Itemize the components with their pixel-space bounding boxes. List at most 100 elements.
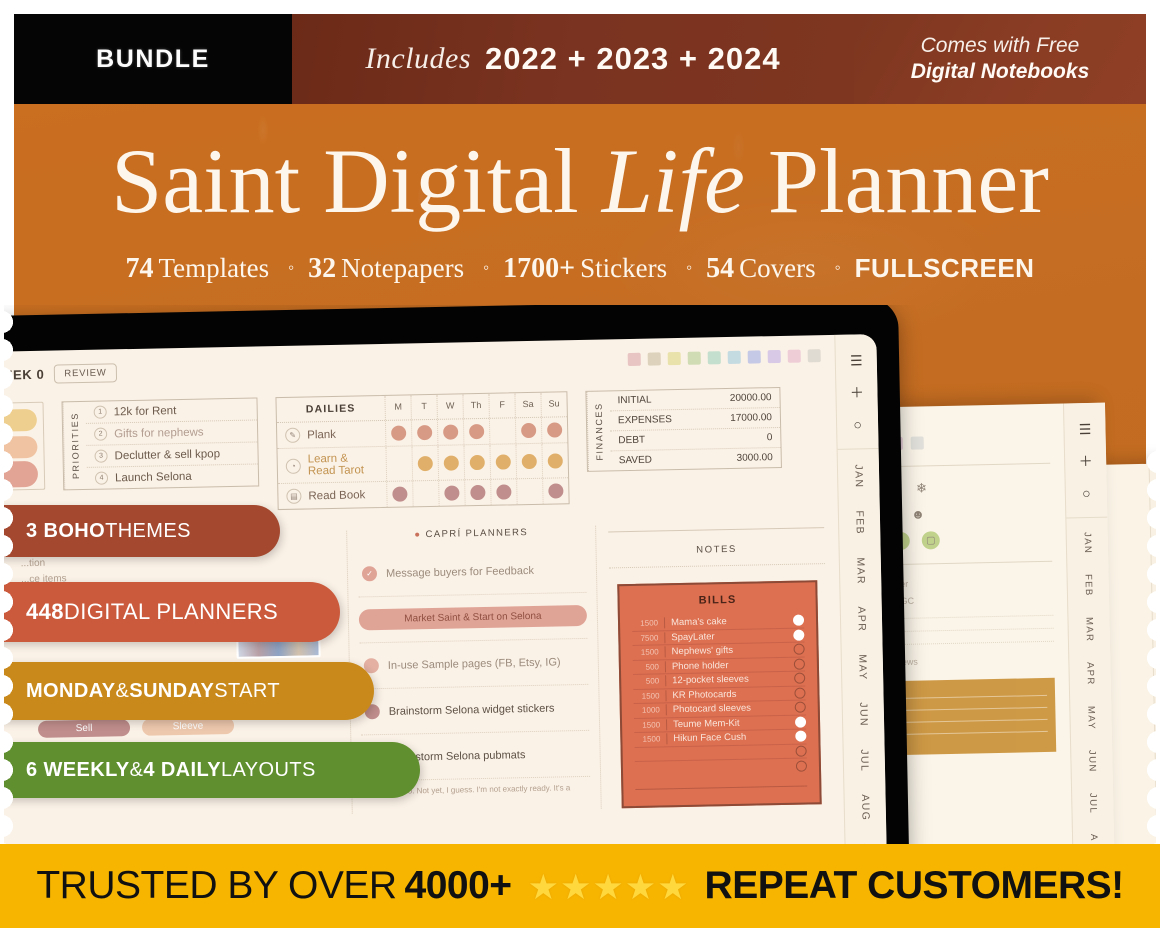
daily-cell[interactable] bbox=[515, 443, 543, 479]
daily-cell[interactable] bbox=[436, 419, 464, 445]
swatch-4[interactable] bbox=[707, 351, 721, 365]
daily-cell[interactable] bbox=[514, 417, 542, 444]
daily-cell[interactable] bbox=[463, 444, 491, 480]
daily-cell[interactable] bbox=[386, 481, 413, 507]
bill-checkbox[interactable] bbox=[793, 643, 805, 655]
month-tab-may[interactable]: MAY bbox=[856, 654, 869, 680]
swatch-3[interactable] bbox=[687, 351, 701, 365]
bill-checkbox[interactable] bbox=[794, 701, 806, 713]
circle-icon[interactable]: ○ bbox=[853, 416, 862, 432]
sticker-palette[interactable] bbox=[0, 401, 46, 491]
feature-1-num: 32 bbox=[308, 253, 337, 284]
bill-checkbox[interactable] bbox=[795, 760, 808, 772]
task-item[interactable]: ✓ Message buyers for Feedback bbox=[357, 546, 587, 598]
task-check-icon[interactable]: ✓ bbox=[361, 566, 378, 582]
swatch-2[interactable] bbox=[667, 351, 681, 366]
month-tab-jan[interactable]: JAN bbox=[852, 464, 864, 488]
swatch-0[interactable] bbox=[627, 352, 641, 367]
task-label: Brainstorm Selona widget stickers bbox=[388, 702, 555, 718]
add-icon[interactable]: ＋ bbox=[850, 384, 864, 400]
bill-checkbox[interactable] bbox=[794, 687, 806, 699]
swatch-6[interactable] bbox=[747, 350, 761, 364]
bill-amount: 500 bbox=[645, 676, 660, 686]
feature-1-word: Notepapers bbox=[341, 253, 465, 283]
task-item[interactable]: Brainstorm Selona widget stickers bbox=[360, 684, 590, 736]
sticker-rose[interactable] bbox=[0, 460, 39, 489]
daily-cell[interactable] bbox=[489, 444, 517, 479]
month-tab-feb[interactable]: FEB bbox=[853, 510, 865, 535]
daily-cell[interactable] bbox=[516, 478, 543, 505]
bill-checkbox[interactable] bbox=[795, 745, 807, 757]
menu-icon[interactable]: ☰ bbox=[1079, 421, 1092, 437]
month-tab-jul[interactable]: JUL bbox=[1087, 793, 1098, 814]
bill-row[interactable] bbox=[635, 759, 808, 777]
feature-counts: 74 Templates ◦ 32 Notepapers ◦ 1700+ Sticke… bbox=[126, 253, 1035, 285]
daily-cell[interactable] bbox=[542, 478, 569, 504]
month-tab-mar[interactable]: MAR bbox=[854, 557, 867, 585]
review-button[interactable]: REVIEW bbox=[54, 363, 117, 384]
month-tab-aug[interactable]: AUG bbox=[859, 794, 872, 821]
bill-checkbox[interactable] bbox=[795, 730, 807, 742]
month-tab-may[interactable]: MAY bbox=[1085, 706, 1097, 730]
daily-cell[interactable] bbox=[462, 418, 490, 445]
bill-name: Hikun Face Cush bbox=[666, 731, 792, 745]
daily-name-cell[interactable]: ◔ Learn & Read Tarot bbox=[277, 447, 386, 483]
notes-title: NOTES bbox=[696, 543, 738, 556]
swatch-1[interactable] bbox=[647, 352, 661, 366]
task-item[interactable]: In-use Sample pages (FB, Etsy, IG) bbox=[359, 638, 589, 690]
month-tab-jun[interactable]: JUN bbox=[1086, 750, 1097, 773]
circle-icon[interactable]: ○ bbox=[1082, 485, 1091, 501]
swatch-9[interactable] bbox=[807, 349, 821, 363]
priority-number: 2 bbox=[94, 427, 108, 441]
month-tab-jun[interactable]: JUN bbox=[857, 702, 869, 727]
menu-icon[interactable]: ☰ bbox=[850, 352, 863, 368]
bill-checkbox[interactable] bbox=[794, 716, 807, 728]
month-tab-feb[interactable]: FEB bbox=[1083, 574, 1094, 597]
pill-4-light-2: LAYOUTS bbox=[221, 758, 316, 781]
pill-1-light: THEMES bbox=[105, 519, 191, 542]
notes-column: NOTES BILLS 1500 Mama's cake 7500 SpayLa… bbox=[596, 521, 830, 808]
bullet-icon: ● bbox=[414, 529, 422, 541]
tablet2-emoji-row-2: ○ ☻ bbox=[891, 504, 1051, 522]
daily-cell[interactable] bbox=[488, 418, 516, 444]
daily-name-cell[interactable]: ✎ Plank bbox=[277, 421, 385, 448]
daily-cell[interactable] bbox=[410, 419, 438, 446]
bill-checkbox[interactable] bbox=[794, 672, 806, 684]
pill-4-light: & bbox=[129, 758, 144, 781]
daily-cell[interactable] bbox=[384, 420, 412, 446]
daily-cell[interactable] bbox=[437, 445, 465, 480]
month-tab-mar[interactable]: MAR bbox=[1083, 617, 1095, 643]
finance-row[interactable]: SAVED 3000.00 bbox=[611, 448, 781, 470]
daily-name-cell[interactable]: ▤ Read Book bbox=[278, 482, 386, 509]
pill-3-bold: MONDAY bbox=[26, 679, 116, 702]
add-icon[interactable]: ＋ bbox=[1079, 453, 1093, 469]
swatch-5[interactable] bbox=[727, 350, 741, 365]
sticker-yellow[interactable] bbox=[0, 408, 38, 433]
pill-4-bold-2: 4 DAILY bbox=[143, 758, 222, 781]
daily-cell[interactable] bbox=[385, 446, 413, 481]
daily-cell[interactable] bbox=[541, 443, 569, 478]
month-tab-jul[interactable]: JUL bbox=[858, 749, 870, 772]
sticker-peach[interactable] bbox=[0, 435, 38, 460]
bill-checkbox[interactable] bbox=[793, 629, 805, 641]
swatch-8[interactable] bbox=[787, 349, 801, 363]
daily-cell[interactable] bbox=[540, 417, 568, 443]
month-tab-apr[interactable]: APR bbox=[1084, 662, 1095, 686]
pill-4-bold: 6 WEEKLY bbox=[26, 758, 130, 781]
daily-cell[interactable] bbox=[464, 479, 491, 506]
month-tab-jan[interactable]: JAN bbox=[1082, 532, 1093, 554]
bill-checkbox[interactable] bbox=[792, 614, 805, 627]
month-tab-apr[interactable]: APR bbox=[855, 606, 868, 632]
daily-cell[interactable] bbox=[490, 479, 517, 505]
bill-checkbox[interactable] bbox=[793, 658, 806, 670]
tag-sell[interactable]: Sell bbox=[37, 718, 131, 738]
daily-cell[interactable] bbox=[411, 445, 439, 481]
divider-dotted bbox=[893, 640, 1054, 646]
daily-cell[interactable] bbox=[412, 480, 439, 507]
task-highlight-pill[interactable]: Market Saint & Start on Selona bbox=[358, 604, 588, 631]
bill-name bbox=[666, 751, 792, 754]
priority-item[interactable]: 4 Launch Selona bbox=[87, 464, 258, 488]
daily-cell[interactable] bbox=[438, 480, 465, 506]
swatch-7[interactable] bbox=[767, 349, 781, 364]
month-tab-aug[interactable]: A bbox=[1088, 834, 1099, 842]
